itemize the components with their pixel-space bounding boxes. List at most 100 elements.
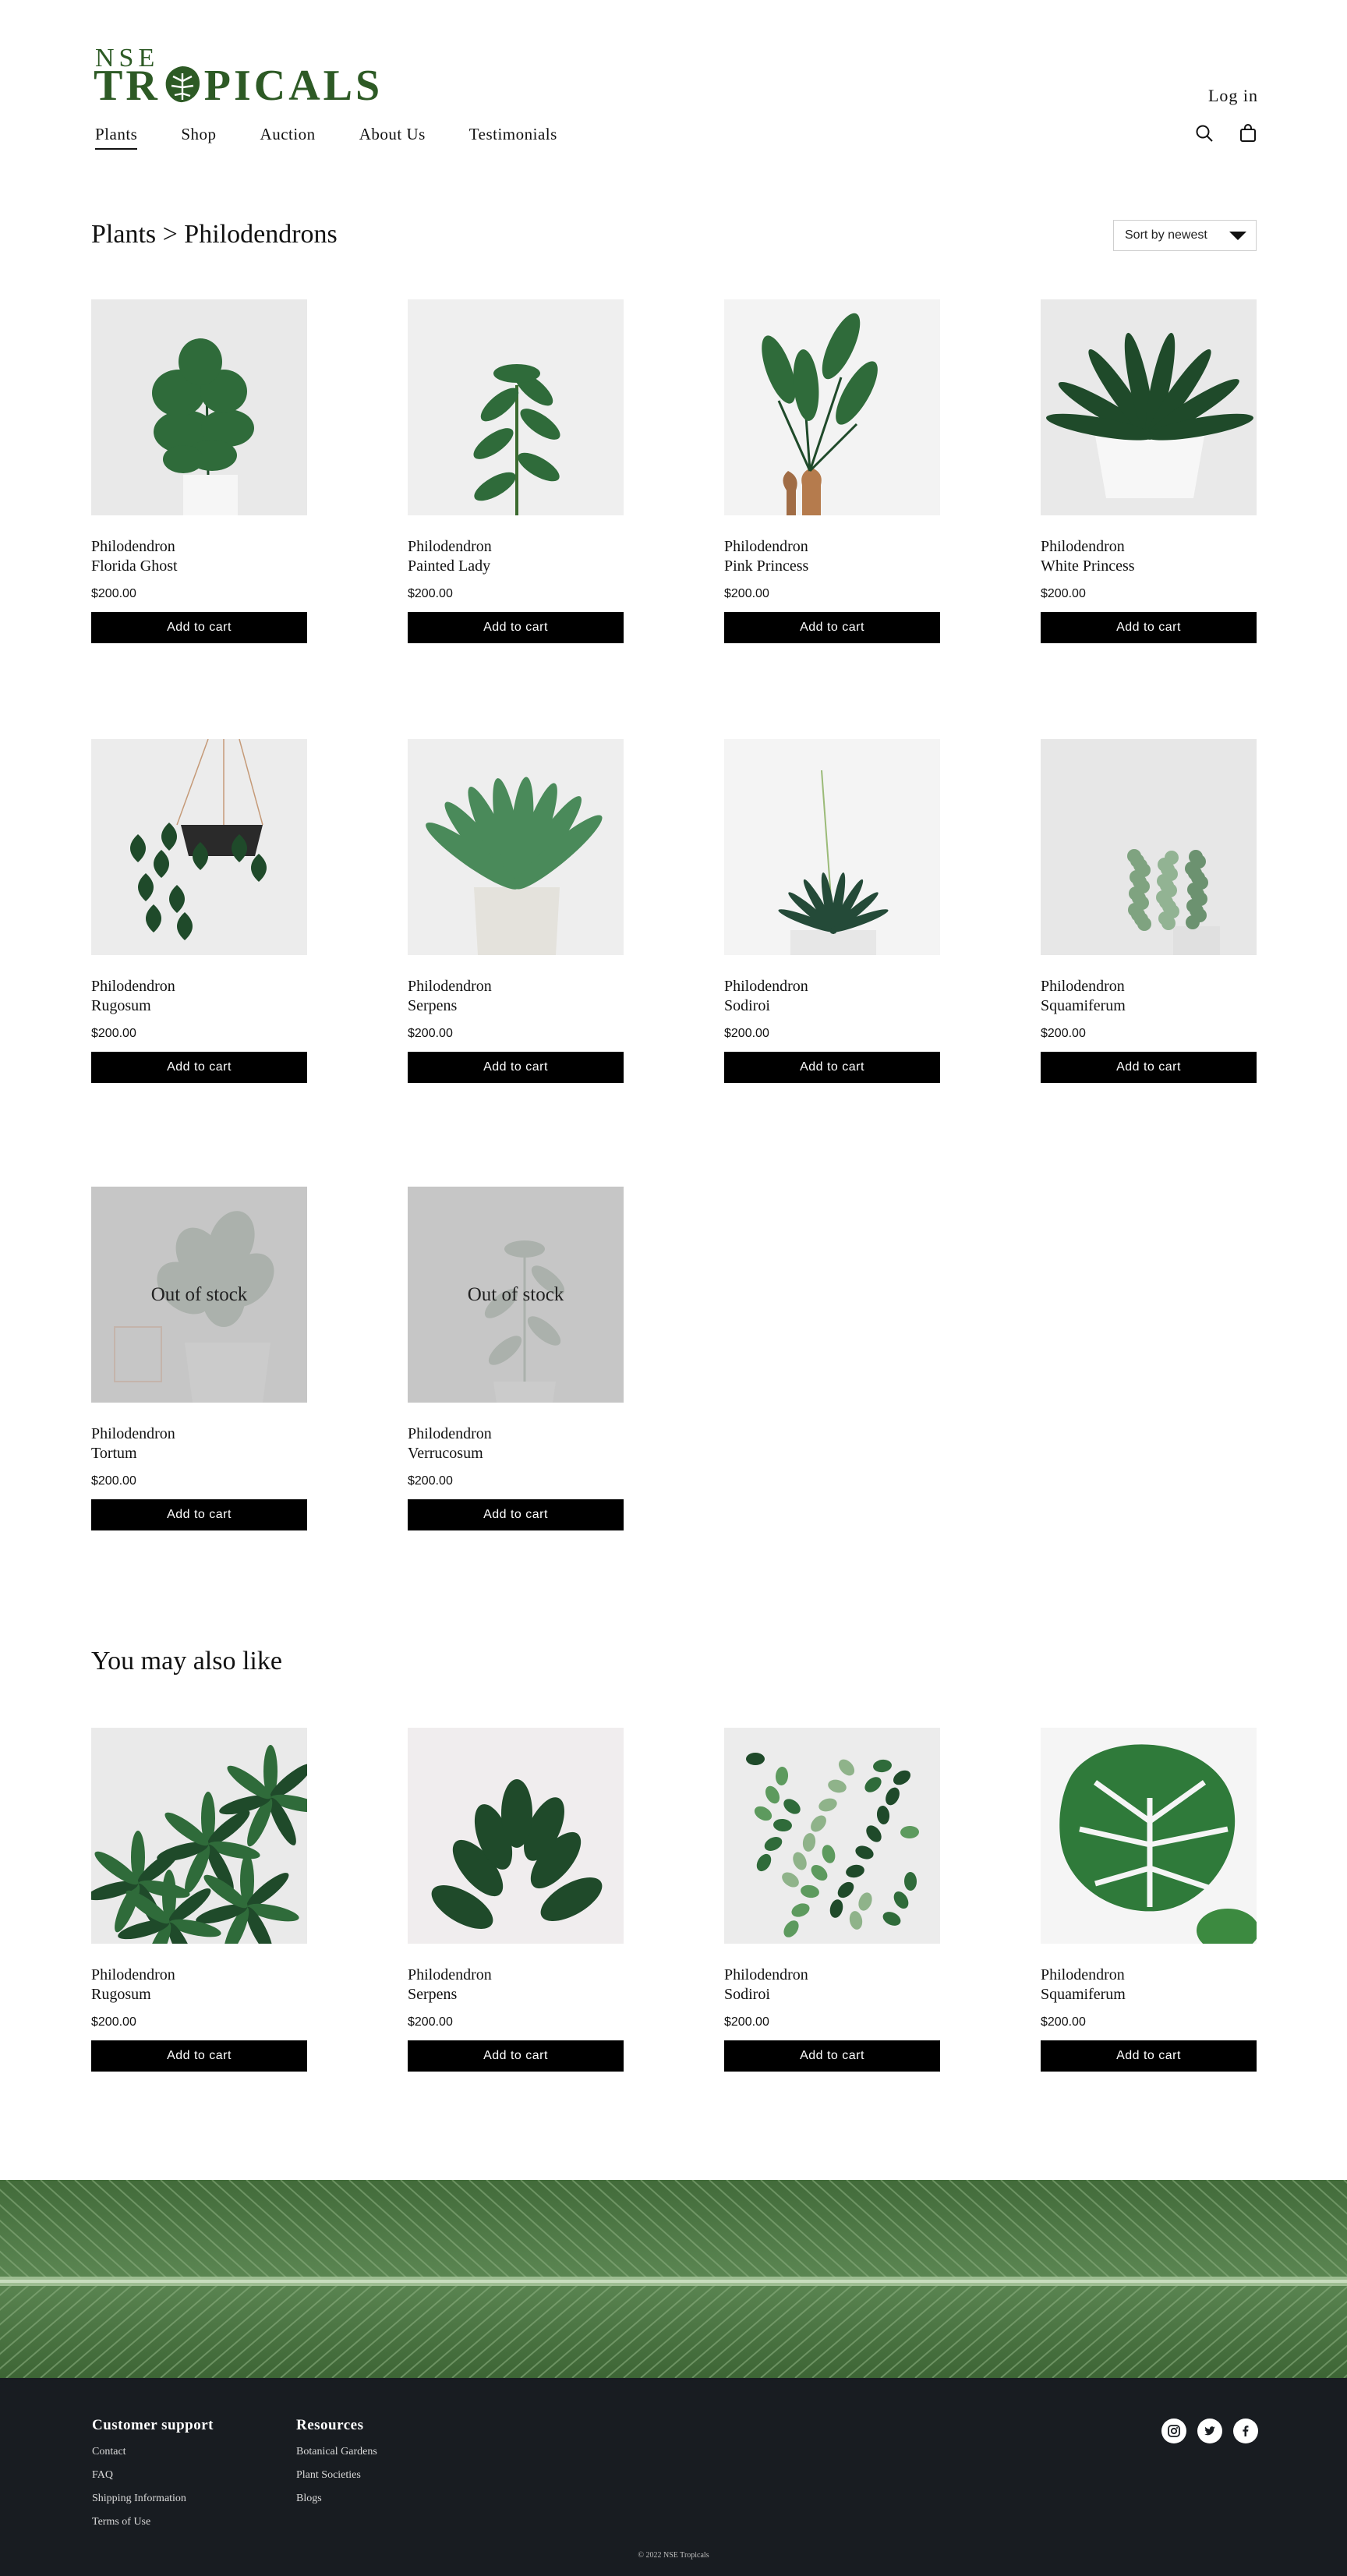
product-name[interactable]: Philodendron White Princess bbox=[1041, 537, 1257, 576]
product-name[interactable]: Philodendron Sodiroi bbox=[724, 977, 940, 1016]
add-to-cart-button[interactable]: Add to cart bbox=[724, 2040, 940, 2072]
product-image[interactable] bbox=[724, 1728, 940, 1944]
product-card[interactable]: Philodendron Pink Princess $200.00 Add to c… bbox=[724, 299, 940, 643]
product-name[interactable]: Philodendron Tortum bbox=[91, 1424, 307, 1463]
product-species: Painted Lady bbox=[408, 557, 491, 575]
product-species: Squamiferum bbox=[1041, 1986, 1126, 2003]
product-card[interactable]: Philodendron Serpens $200.00 Add to cart bbox=[408, 1728, 624, 2072]
product-card[interactable]: Philodendron Rugosum $200.00 Add to cart bbox=[91, 1728, 307, 2072]
product-name[interactable]: Philodendron Serpens bbox=[408, 1966, 624, 2005]
add-to-cart-button[interactable]: Add to cart bbox=[1041, 612, 1257, 643]
product-image[interactable] bbox=[1041, 739, 1257, 955]
product-card[interactable]: Philodendron Florida Ghost $200.00 Add to c… bbox=[91, 299, 307, 643]
product-species: Florida Ghost bbox=[91, 557, 178, 575]
add-to-cart-button[interactable]: Add to cart bbox=[91, 2040, 307, 2072]
footer-link-botanical-gardens[interactable]: Botanical Gardens bbox=[296, 2440, 377, 2464]
add-to-cart-button[interactable]: Add to cart bbox=[91, 612, 307, 643]
recommendations-title: You may also like bbox=[91, 1647, 282, 1675]
product-card[interactable]: Philodendron Squamiferum $200.00 Add to car… bbox=[1041, 1728, 1257, 2072]
nav-item-about-us[interactable]: About Us bbox=[359, 125, 426, 150]
add-to-cart-button[interactable]: Add to cart bbox=[408, 1499, 624, 1530]
twitter-icon[interactable] bbox=[1197, 2419, 1222, 2443]
copyright: © 2022 NSE Tropicals bbox=[638, 2551, 709, 2560]
product-card[interactable]: Philodendron Squamiferum $200.00 Add to car… bbox=[1041, 739, 1257, 1083]
product-card[interactable]: Philodendron White Princess $200.00 Add to … bbox=[1041, 299, 1257, 643]
sort-dropdown[interactable]: Sort by newest bbox=[1113, 220, 1257, 251]
product-card[interactable]: Philodendron Painted Lady $200.00 Add to ca… bbox=[408, 299, 624, 643]
product-image[interactable] bbox=[408, 739, 624, 955]
add-to-cart-button[interactable]: Add to cart bbox=[1041, 1052, 1257, 1083]
product-image[interactable] bbox=[724, 739, 940, 955]
add-to-cart-button[interactable]: Add to cart bbox=[408, 1052, 624, 1083]
caret-down-icon bbox=[1229, 232, 1246, 240]
product-price: $200.00 bbox=[91, 1027, 136, 1040]
sort-label: Sort by newest bbox=[1125, 228, 1207, 242]
footer-link-contact[interactable]: Contact bbox=[92, 2440, 214, 2464]
out-of-stock-overlay: Out of stock bbox=[91, 1187, 307, 1403]
add-to-cart-button[interactable]: Add to cart bbox=[408, 2040, 624, 2072]
nav-item-plants[interactable]: Plants bbox=[95, 125, 138, 150]
product-price: $200.00 bbox=[408, 2015, 453, 2029]
brand-logo[interactable]: NSE TR PICALS bbox=[94, 44, 380, 108]
product-genus: Philodendron bbox=[1041, 978, 1125, 995]
product-genus: Philodendron bbox=[1041, 1966, 1125, 1983]
product-image[interactable] bbox=[91, 1728, 307, 1944]
add-to-cart-button[interactable]: Add to cart bbox=[408, 612, 624, 643]
product-card[interactable]: Out of stock Philodendron Tortum $200.00 Add… bbox=[91, 1187, 307, 1530]
add-to-cart-button[interactable]: Add to cart bbox=[91, 1499, 307, 1530]
product-image[interactable] bbox=[1041, 299, 1257, 515]
product-image[interactable] bbox=[91, 299, 307, 515]
product-image[interactable] bbox=[408, 299, 624, 515]
product-name[interactable]: Philodendron Rugosum bbox=[91, 1966, 307, 2005]
product-genus: Philodendron bbox=[91, 978, 175, 995]
product-name[interactable]: Philodendron Squamiferum bbox=[1041, 1966, 1257, 2005]
footer-customer-support: Customer support Contact FAQ Shipping Info… bbox=[92, 2417, 214, 2534]
add-to-cart-button[interactable]: Add to cart bbox=[91, 1052, 307, 1083]
footer-link-shipping-information[interactable]: Shipping Information bbox=[92, 2487, 214, 2511]
add-to-cart-button[interactable]: Add to cart bbox=[1041, 2040, 1257, 2072]
footer-link-blogs[interactable]: Blogs bbox=[296, 2487, 377, 2511]
product-card[interactable]: Philodendron Rugosum $200.00 Add to cart bbox=[91, 739, 307, 1083]
footer-link-faq[interactable]: FAQ bbox=[92, 2464, 214, 2487]
login-link[interactable]: Log in bbox=[1208, 86, 1258, 106]
product-card[interactable]: Philodendron Serpens $200.00 Add to cart bbox=[408, 739, 624, 1083]
shopping-bag-icon[interactable] bbox=[1238, 123, 1258, 143]
footer: Customer support Contact FAQ Shipping Info… bbox=[0, 2378, 1347, 2576]
product-genus: Philodendron bbox=[408, 978, 492, 995]
product-name[interactable]: Philodendron Sodiroi bbox=[724, 1966, 940, 2005]
nav-item-auction[interactable]: Auction bbox=[260, 125, 316, 150]
product-name[interactable]: Philodendron Pink Princess bbox=[724, 537, 940, 576]
footer-heading: Customer support bbox=[92, 2417, 214, 2433]
add-to-cart-button[interactable]: Add to cart bbox=[724, 612, 940, 643]
product-name[interactable]: Philodendron Rugosum bbox=[91, 977, 307, 1016]
product-name[interactable]: Philodendron Verrucosum bbox=[408, 1424, 624, 1463]
product-price: $200.00 bbox=[408, 587, 453, 600]
product-image[interactable] bbox=[724, 299, 940, 515]
product-name[interactable]: Philodendron Serpens bbox=[408, 977, 624, 1016]
add-to-cart-button[interactable]: Add to cart bbox=[724, 1052, 940, 1083]
nav-item-testimonials[interactable]: Testimonials bbox=[469, 125, 557, 150]
product-card[interactable]: Philodendron Sodiroi $200.00 Add to cart bbox=[724, 1728, 940, 2072]
product-image[interactable] bbox=[408, 1728, 624, 1944]
product-species: Verrucosum bbox=[408, 1445, 483, 1462]
product-species: Serpens bbox=[408, 997, 458, 1014]
search-icon[interactable] bbox=[1194, 123, 1214, 143]
product-species: Pink Princess bbox=[724, 557, 809, 575]
footer-link-plant-societies[interactable]: Plant Societies bbox=[296, 2464, 377, 2487]
product-name[interactable]: Philodendron Painted Lady bbox=[408, 537, 624, 576]
product-genus: Philodendron bbox=[91, 1425, 175, 1442]
product-image[interactable] bbox=[1041, 1728, 1257, 1944]
product-image[interactable]: Out of stock bbox=[91, 1187, 307, 1403]
instagram-icon[interactable] bbox=[1161, 2419, 1186, 2443]
product-card[interactable]: Out of stock Philodendron Verrucosum $200.0… bbox=[408, 1187, 624, 1530]
nav-item-shop[interactable]: Shop bbox=[181, 125, 216, 150]
product-image[interactable]: Out of stock bbox=[408, 1187, 624, 1403]
product-image[interactable] bbox=[91, 739, 307, 955]
facebook-icon[interactable] bbox=[1233, 2419, 1258, 2443]
out-of-stock-label: Out of stock bbox=[150, 1283, 248, 1305]
product-name[interactable]: Philodendron Florida Ghost bbox=[91, 537, 307, 576]
footer-link-terms-of-use[interactable]: Terms of Use bbox=[92, 2511, 214, 2534]
product-card[interactable]: Philodendron Sodiroi $200.00 Add to cart bbox=[724, 739, 940, 1083]
product-price: $200.00 bbox=[408, 1474, 453, 1488]
product-name[interactable]: Philodendron Squamiferum bbox=[1041, 977, 1257, 1016]
